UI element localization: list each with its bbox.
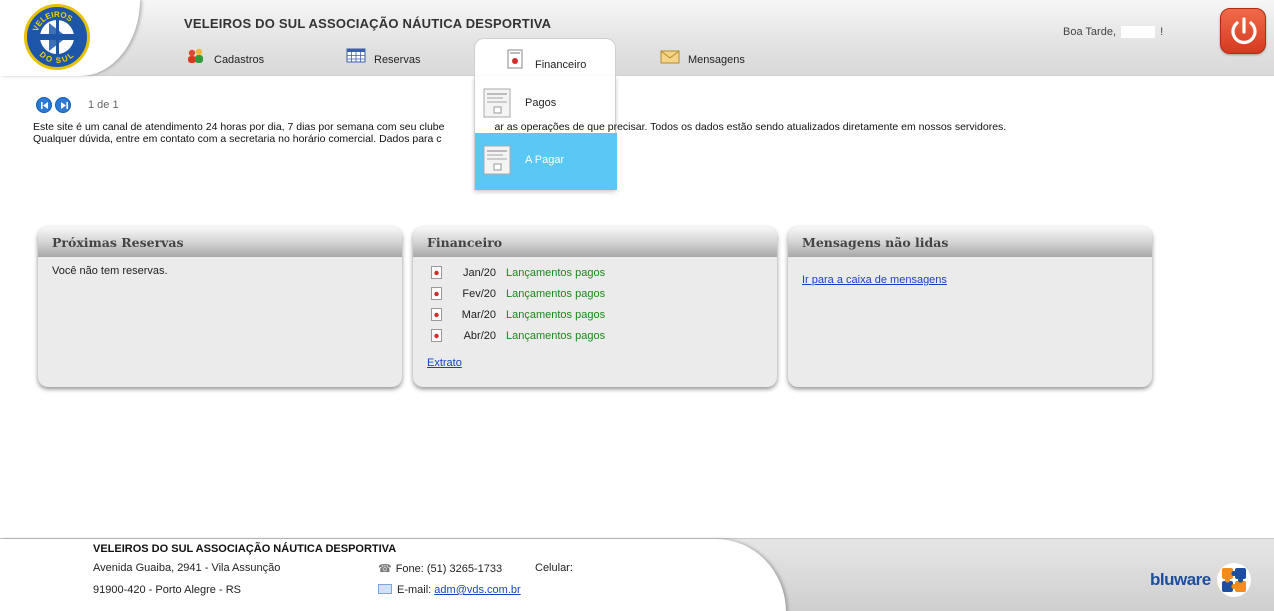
- nav-mensagens[interactable]: Mensagens: [660, 50, 745, 68]
- document-icon: [507, 49, 523, 72]
- finance-row[interactable]: Mar/20 Lançamentos pagos: [427, 304, 763, 325]
- menu-item-label: Pagos: [525, 97, 557, 109]
- footer-phone: ☎ Fone: (51) 3265-1733: [378, 562, 502, 575]
- club-logo[interactable]: VELEIROS DO SUL: [24, 4, 90, 70]
- panel-financeiro: Financeiro Jan/20 Lançamentos pagos Fev/…: [413, 227, 777, 387]
- paid-document-icon: [483, 88, 511, 118]
- power-icon: [1231, 17, 1257, 45]
- footer-cep-city: 91900-420 - Porto Alegre - RS: [93, 584, 241, 596]
- document-icon: [431, 308, 442, 321]
- finance-month: Mar/20: [461, 308, 496, 321]
- bluware-logo[interactable]: bluware: [1150, 561, 1253, 599]
- previous-icon: [41, 102, 48, 109]
- greeting-suffix: !: [1160, 26, 1164, 38]
- nav-cadastros[interactable]: Cadastros: [186, 48, 265, 68]
- finance-month: Fev/20: [462, 287, 496, 300]
- finance-row[interactable]: Jan/20 Lançamentos pagos: [427, 262, 763, 283]
- site-title: VELEIROS DO SUL ASSOCIAÇÃO NÁUTICA DESPO…: [184, 16, 552, 31]
- user-name-redacted: [1121, 26, 1156, 39]
- nav-reservas[interactable]: Reservas: [346, 48, 421, 68]
- intro-line1-b: ar as operações de que precisar. Todos o…: [494, 121, 1007, 133]
- next-icon: [61, 102, 68, 109]
- phone-icon: ☎: [378, 563, 392, 575]
- panel-title: Financeiro: [413, 227, 777, 257]
- page-count: 1 de 1: [88, 99, 119, 111]
- no-reservations-text: Você não tem reservas.: [52, 265, 168, 277]
- document-icon: [431, 287, 442, 300]
- intro-line1-a: Este site é um canal de atendimento 24 h…: [33, 121, 445, 133]
- nav-label: Reservas: [374, 54, 421, 66]
- panel-title: Mensagens não lidas: [788, 227, 1152, 257]
- greeting-prefix: Boa Tarde,: [1063, 26, 1117, 38]
- next-page-button[interactable]: [55, 97, 71, 113]
- logout-button[interactable]: [1220, 8, 1266, 54]
- inbox-link[interactable]: Ir para a caixa de mensagens: [802, 274, 947, 286]
- panel-title: Próximas Reservas: [38, 227, 402, 257]
- footer-email-label: E-mail:: [397, 584, 432, 596]
- footer-org-name: VELEIROS DO SUL ASSOCIAÇÃO NÁUTICA DESPO…: [93, 543, 397, 555]
- envelope-icon: [660, 48, 680, 64]
- previous-page-button[interactable]: [36, 97, 52, 113]
- unpaid-document-icon: [483, 145, 511, 175]
- intro-text: Este site é um canal de atendimento 24 h…: [33, 121, 1253, 145]
- bluware-puzzle-icon: [1216, 563, 1251, 597]
- finance-row[interactable]: Fev/20 Lançamentos pagos: [427, 283, 763, 304]
- finance-status: Lançamentos pagos: [506, 266, 606, 279]
- footer-email: E-mail: adm@vds.com.br: [378, 584, 521, 596]
- footer-phone-text: Fone: (51) 3265-1733: [395, 563, 503, 575]
- logo-area: VELEIROS DO SUL: [0, 0, 140, 76]
- finance-month: Jan/20: [462, 266, 496, 279]
- calendar-grid-icon: [346, 48, 366, 64]
- extrato-link[interactable]: Extrato: [427, 357, 462, 369]
- finance-month: Abr/20: [463, 329, 496, 342]
- menu-item-label: A Pagar: [525, 154, 565, 166]
- footer-address: Avenida Guaiba, 2941 - Vila Assunção: [93, 562, 281, 574]
- users-icon: [186, 48, 206, 64]
- nav-financeiro[interactable]: Financeiro: [474, 38, 616, 76]
- finance-status: Lançamentos pagos: [506, 308, 606, 321]
- finance-status: Lançamentos pagos: [506, 329, 606, 342]
- document-icon: [431, 266, 442, 279]
- nav-label: Cadastros: [214, 54, 265, 66]
- footer: VELEIROS DO SUL ASSOCIAÇÃO NÁUTICA DESPO…: [0, 538, 1274, 611]
- greeting: Boa Tarde, !: [1063, 26, 1164, 39]
- document-icon: [431, 329, 442, 342]
- nav-label: Mensagens: [688, 54, 745, 66]
- finance-row[interactable]: Abr/20 Lançamentos pagos: [427, 325, 763, 346]
- footer-mobile-label: Celular:: [535, 562, 573, 574]
- header: VELEIROS DO SUL VELEIROS DO SUL ASSOCIAÇ…: [0, 0, 1274, 76]
- panel-mensagens-nao-lidas: Mensagens não lidas Ir para a caixa de m…: [788, 227, 1152, 387]
- pager: 1 de 1: [36, 97, 119, 113]
- email-icon: [378, 584, 392, 594]
- finance-status: Lançamentos pagos: [506, 287, 606, 300]
- bluware-wordmark: bluware: [1150, 570, 1211, 589]
- intro-line2-a: Qualquer dúvida, entre em contato com a …: [33, 133, 442, 145]
- nav-label: Financeiro: [535, 59, 587, 71]
- panel-proximas-reservas: Próximas Reservas Você não tem reservas.: [38, 227, 402, 387]
- footer-email-link[interactable]: adm@vds.com.br: [434, 584, 520, 596]
